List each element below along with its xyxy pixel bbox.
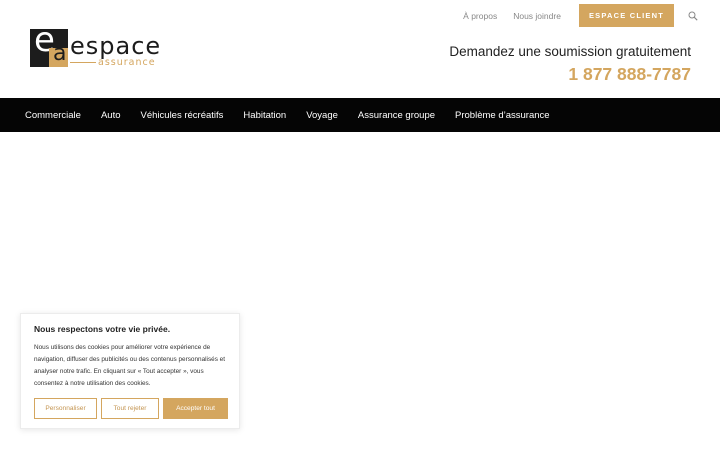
accept-all-button[interactable]: Accepter tout xyxy=(163,398,228,419)
nav-item-group-insurance[interactable]: Assurance groupe xyxy=(358,110,435,121)
logo-subtitle: assurance xyxy=(98,57,156,68)
top-links: À propos Nous joindre ESPACE CLIENT xyxy=(463,4,698,27)
main-nav: Commerciale Auto Véhicules récréatifs Ha… xyxy=(0,98,720,132)
nav-item-auto[interactable]: Auto xyxy=(101,110,121,121)
page: À propos Nous joindre ESPACE CLIENT e a … xyxy=(0,0,720,450)
search-icon[interactable] xyxy=(688,11,698,21)
reject-all-button[interactable]: Tout rejeter xyxy=(101,398,159,419)
quote-tagline: Demandez une soumission gratuitement xyxy=(449,44,691,59)
nav-item-home[interactable]: Habitation xyxy=(243,110,286,121)
nav-item-insurance-problem[interactable]: Problème d’assurance xyxy=(455,110,550,121)
cookie-consent-banner: Nous respectons votre vie privée. Nous u… xyxy=(20,313,240,429)
site-header: À propos Nous joindre ESPACE CLIENT e a … xyxy=(0,0,720,98)
cookie-description: Nous utilisons des cookies pour améliore… xyxy=(34,344,226,387)
phone-number[interactable]: 1 877 888-7787 xyxy=(449,63,691,85)
logo-divider xyxy=(70,62,96,63)
logo-wordmark: espace xyxy=(70,32,162,60)
cookie-actions: Personnaliser Tout rejeter Accepter tout xyxy=(34,398,228,419)
logo-mark-a: a xyxy=(53,41,67,66)
header-contact: Demandez une soumission gratuitement 1 8… xyxy=(449,44,691,85)
logo-mark: e a xyxy=(30,23,68,67)
cookie-title: Nous respectons votre vie privée. xyxy=(34,324,171,334)
site-logo[interactable]: e a espace assurance xyxy=(30,23,168,71)
nav-item-commerciale[interactable]: Commerciale xyxy=(25,110,81,121)
about-link[interactable]: À propos xyxy=(463,11,497,21)
nav-item-travel[interactable]: Voyage xyxy=(306,110,338,121)
contact-link[interactable]: Nous joindre xyxy=(513,11,561,21)
customize-button[interactable]: Personnaliser xyxy=(34,398,97,419)
client-area-button[interactable]: ESPACE CLIENT xyxy=(578,4,674,27)
nav-item-recreational-vehicles[interactable]: Véhicules récréatifs xyxy=(141,110,224,121)
